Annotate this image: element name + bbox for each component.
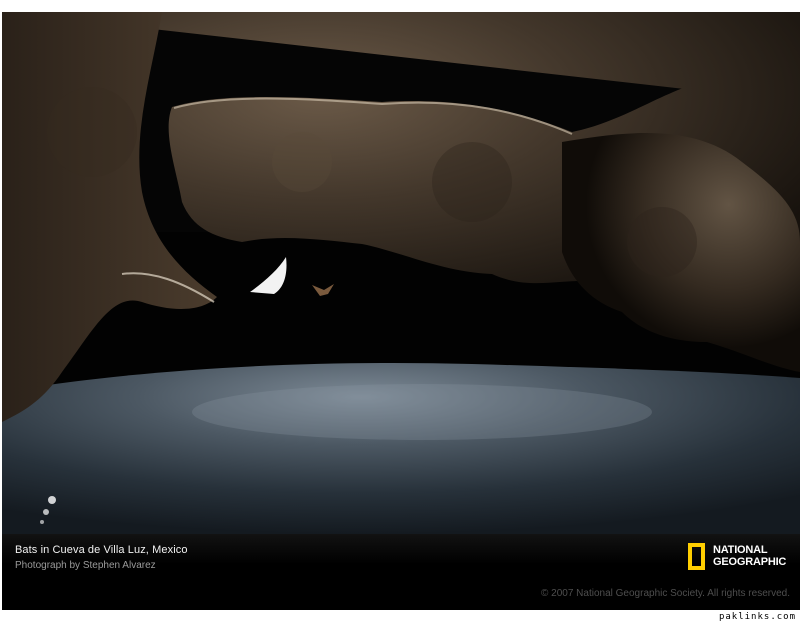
- logo-line-2: GEOGRAPHIC: [713, 556, 787, 568]
- photo-credit: Photograph by Stephen Alvarez: [15, 560, 156, 571]
- copyright-notice: © 2007 National Geographic Society. All …: [541, 588, 790, 599]
- logo-line-1: NATIONAL: [713, 544, 768, 556]
- caption-bar: Bats in Cueva de Villa Luz, Mexico Photo…: [2, 534, 800, 610]
- national-geographic-logo: NATIONAL GEOGRAPHIC: [688, 543, 788, 573]
- photo-title: Bats in Cueva de Villa Luz, Mexico: [15, 544, 188, 556]
- wallpaper-frame: Bats in Cueva de Villa Luz, Mexico Photo…: [2, 12, 800, 610]
- logo-wordmark: NATIONAL GEOGRAPHIC: [713, 544, 786, 568]
- yellow-border-icon: [688, 543, 705, 570]
- cave-photo: [2, 12, 800, 534]
- site-watermark: paklinks.com: [718, 612, 796, 622]
